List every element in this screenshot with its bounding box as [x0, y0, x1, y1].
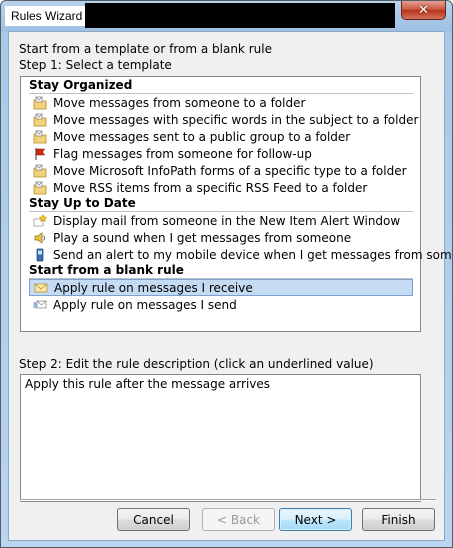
cancel-button[interactable]: Cancel	[117, 508, 190, 531]
template-item-mobile-alert[interactable]: Send an alert to my mobile device when I…	[29, 246, 452, 263]
template-item-play-sound[interactable]: Play a sound when I get messages from so…	[29, 229, 413, 246]
group-header-blank-rule: Start from a blank rule	[29, 263, 413, 279]
template-item-label: Play a sound when I get messages from so…	[53, 230, 352, 245]
template-item-move-from-someone[interactable]: Move messages from someone to a folder	[29, 94, 413, 111]
template-item-move-rss[interactable]: Move RSS items from a specific RSS Feed …	[29, 179, 413, 196]
template-item-label: Move messages from someone to a folder	[53, 95, 306, 110]
rule-description-box[interactable]: Apply this rule after the message arrive…	[20, 374, 421, 502]
template-item-label: Apply rule on messages I send	[53, 297, 237, 312]
alert-star-icon	[33, 213, 47, 228]
rule-description-text: Apply this rule after the message arrive…	[25, 377, 271, 391]
close-icon: ✕	[418, 2, 429, 18]
template-item-apply-on-send[interactable]: Apply rule on messages I send	[29, 296, 413, 313]
title-area: Rules Wizard	[5, 6, 89, 26]
template-item-label: Move Microsoft InfoPath forms of a speci…	[53, 163, 407, 178]
template-item-label: Display mail from someone in the New Ite…	[53, 213, 401, 228]
back-button[interactable]: < Back	[202, 508, 275, 531]
finish-button[interactable]: Finish	[362, 508, 435, 531]
mobile-phone-icon	[33, 248, 47, 262]
dialog-body: Start from a template or from a blank ru…	[8, 31, 452, 541]
speaker-icon	[33, 231, 47, 245]
template-item-label: Apply rule on messages I receive	[54, 280, 253, 295]
group-header-stay-up-to-date: Stay Up to Date	[29, 196, 413, 212]
template-item-move-infopath[interactable]: Move Microsoft InfoPath forms of a speci…	[29, 162, 413, 179]
envelope-icon	[34, 281, 48, 295]
send-envelope-icon	[33, 298, 47, 312]
step1-label: Step 1: Select a template	[19, 58, 172, 72]
template-item-label: Move messages sent to a public group to …	[53, 129, 351, 144]
close-button[interactable]: ✕	[401, 1, 446, 20]
template-item-label: Move RSS items from a specific RSS Feed …	[53, 180, 368, 195]
intro-text: Start from a template or from a blank ru…	[19, 42, 272, 56]
template-item-flag-follow-up[interactable]: Flag messages from someone for follow-up	[29, 145, 413, 162]
template-item-label: Flag messages from someone for follow-up	[53, 146, 312, 161]
template-item-move-by-subject[interactable]: Move messages with specific words in the…	[29, 111, 418, 128]
move-folder-icon	[33, 164, 47, 178]
group-header-stay-organized: Stay Organized	[29, 78, 413, 94]
rules-wizard-window: Rules Wizard ✕ Start from a template or …	[0, 0, 453, 548]
move-folder-icon	[33, 181, 47, 195]
move-folder-icon	[33, 113, 47, 127]
next-button[interactable]: Next >	[279, 508, 352, 531]
template-item-label: Send an alert to my mobile device when I…	[53, 247, 453, 262]
move-folder-icon	[33, 96, 47, 110]
window-title: Rules Wizard	[11, 9, 83, 23]
title-bar[interactable]: Rules Wizard ✕	[1, 1, 452, 31]
redacted-title-region	[85, 3, 395, 28]
step2-label: Step 2: Edit the rule description (click…	[19, 357, 374, 371]
template-item-label: Move messages with specific words in the…	[53, 112, 419, 127]
button-separator	[20, 499, 436, 501]
template-item-apply-on-receive[interactable]: Apply rule on messages I receive	[29, 279, 413, 296]
template-item-new-item-alert[interactable]: Display mail from someone in the New Ite…	[29, 212, 413, 229]
move-folder-icon	[33, 130, 47, 144]
flag-icon	[33, 147, 47, 161]
template-item-move-public-group[interactable]: Move messages sent to a public group to …	[29, 128, 413, 145]
template-list[interactable]: Stay Organized Move messages from someon…	[20, 76, 452, 332]
